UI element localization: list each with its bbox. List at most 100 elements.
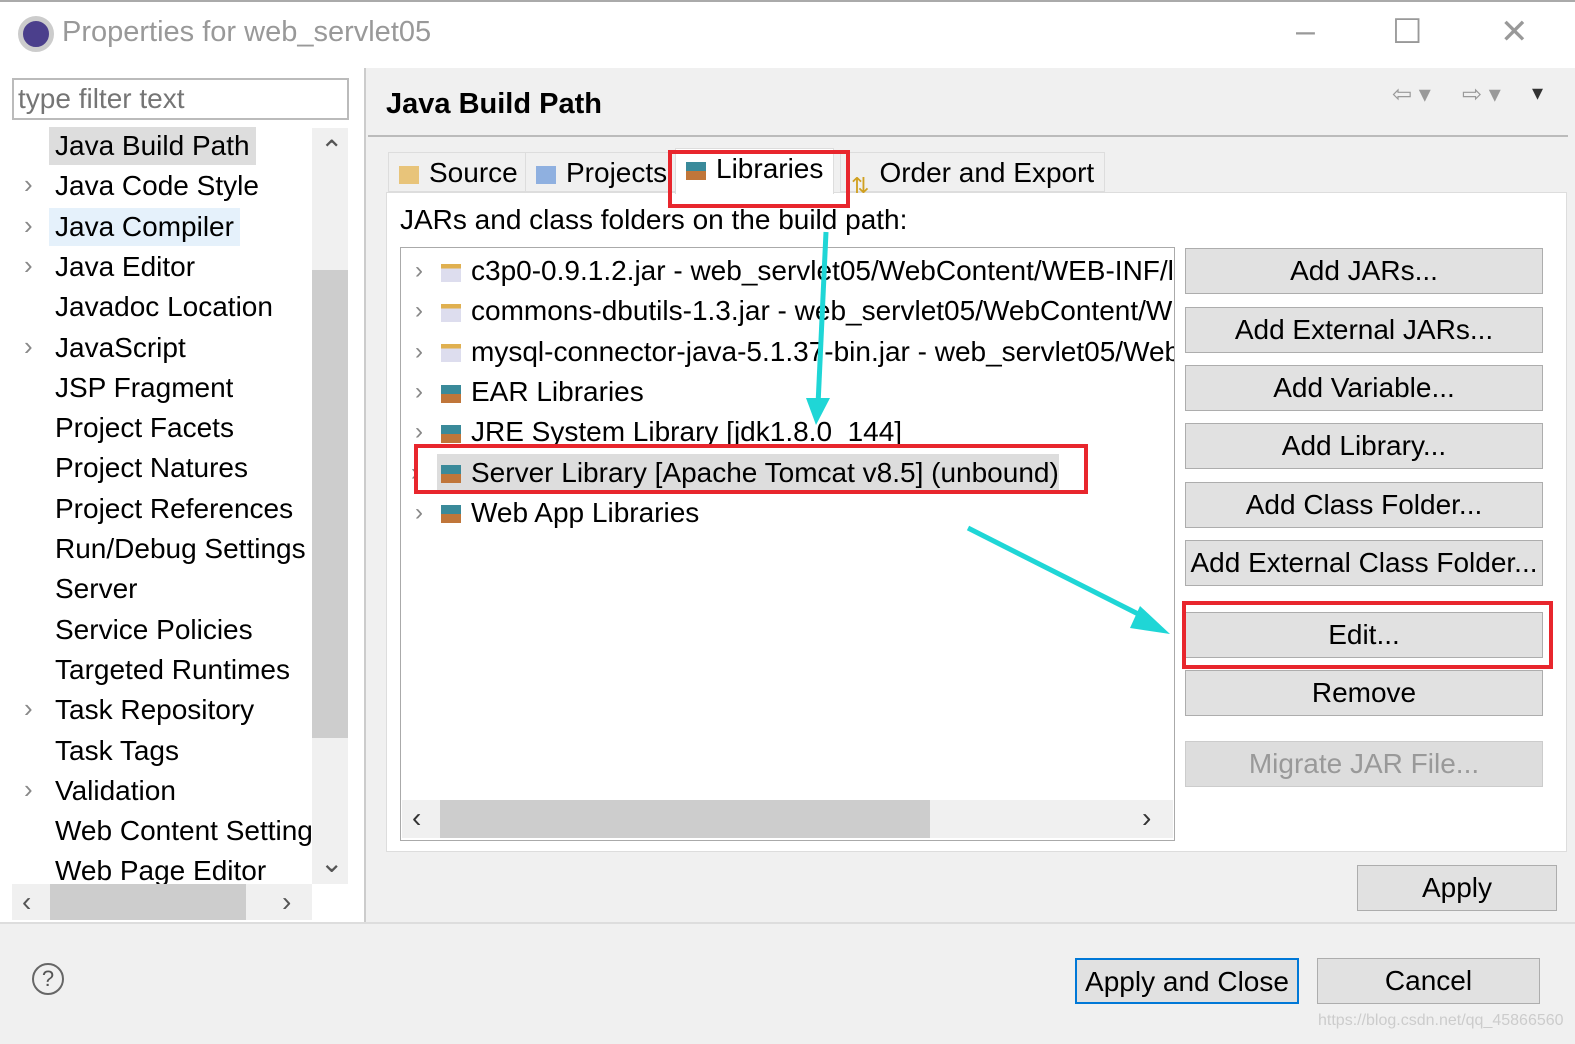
apply-and-close-button[interactable]: Apply and Close bbox=[1075, 958, 1299, 1004]
nav-item[interactable]: JSP Fragment bbox=[55, 369, 233, 407]
nav-item[interactable]: Task Tags bbox=[55, 732, 179, 770]
tab-order-export[interactable]: ⇅ Order and Export bbox=[840, 152, 1106, 198]
expand-chevron-icon[interactable]: › bbox=[415, 252, 423, 290]
tab-label: Source bbox=[429, 157, 518, 188]
expand-chevron-icon[interactable]: › bbox=[415, 373, 423, 411]
expand-chevron-icon[interactable]: › bbox=[24, 210, 33, 241]
tab-label: Order and Export bbox=[879, 157, 1095, 188]
nav-item[interactable]: Project Facets bbox=[55, 409, 234, 447]
tab-libraries[interactable]: Libraries bbox=[675, 148, 835, 194]
library-entry[interactable]: › JRE System Library [jdk1.8.0_144] bbox=[415, 413, 903, 451]
library-icon bbox=[441, 424, 461, 443]
source-folder-icon bbox=[399, 165, 419, 184]
window-title: Properties for web_servlet05 bbox=[62, 16, 432, 48]
nav-item[interactable]: Project References bbox=[55, 490, 293, 528]
scroll-up-icon[interactable]: ⌃ bbox=[320, 134, 343, 167]
library-icon bbox=[441, 384, 461, 403]
nav-item[interactable]: Java Code Style bbox=[55, 167, 259, 205]
expand-chevron-icon[interactable]: › bbox=[24, 774, 33, 805]
nav-item[interactable]: Java Compiler bbox=[49, 207, 240, 246]
library-label: mysql-connector-java-5.1.37-bin.jar - we… bbox=[471, 335, 1175, 367]
library-hscroll-thumb[interactable] bbox=[440, 800, 930, 838]
nav-item[interactable]: Project Natures bbox=[55, 449, 248, 487]
library-tree[interactable]: › c3p0-0.9.1.2.jar - web_servlet05/WebCon… bbox=[400, 247, 1175, 841]
add-external-jars-button[interactable]: Add External JARs... bbox=[1185, 307, 1543, 353]
library-label: Server Library [Apache Tomcat v8.5] (unb… bbox=[471, 456, 1059, 488]
add-external-class-folder-button[interactable]: Add External Class Folder... bbox=[1185, 540, 1543, 586]
jar-icon bbox=[441, 303, 461, 322]
expand-chevron-icon[interactable]: › bbox=[24, 331, 33, 362]
nav-scroll-thumb[interactable] bbox=[312, 270, 348, 738]
project-folder-icon bbox=[536, 165, 556, 184]
library-label: c3p0-0.9.1.2.jar - web_servlet05/WebCont… bbox=[471, 255, 1175, 286]
forward-icon[interactable]: ⇨ ▾ bbox=[1462, 80, 1501, 109]
nav-hscroll-thumb[interactable] bbox=[50, 884, 246, 920]
apply-button[interactable]: Apply bbox=[1357, 865, 1557, 911]
add-library-button[interactable]: Add Library... bbox=[1185, 423, 1543, 469]
jar-icon bbox=[441, 263, 461, 282]
library-label: commons-dbutils-1.3.jar - web_servlet05/… bbox=[471, 295, 1174, 327]
eclipse-app-icon bbox=[18, 16, 54, 52]
nav-item[interactable]: Server bbox=[55, 570, 137, 608]
expand-chevron-icon[interactable]: › bbox=[415, 292, 423, 330]
nav-item[interactable]: JavaScript bbox=[55, 329, 186, 367]
scroll-right-icon[interactable]: › bbox=[282, 886, 291, 918]
add-variable-button[interactable]: Add Variable... bbox=[1185, 365, 1543, 411]
library-entry[interactable]: › c3p0-0.9.1.2.jar - web_servlet05/WebCon… bbox=[415, 252, 1175, 290]
library-icon bbox=[686, 161, 706, 180]
scroll-left-icon[interactable]: ‹ bbox=[412, 802, 421, 834]
nav-item[interactable]: Javadoc Location bbox=[55, 288, 273, 326]
divider bbox=[368, 135, 1568, 137]
nav-item[interactable]: Java Editor bbox=[55, 248, 195, 286]
order-arrows-icon: ⇅ bbox=[851, 172, 870, 198]
expand-chevron-icon[interactable]: › bbox=[24, 693, 33, 724]
menu-icon[interactable]: ▾ bbox=[1532, 80, 1543, 106]
library-entry[interactable]: › EAR Libraries bbox=[415, 373, 644, 411]
scroll-left-icon[interactable]: ‹ bbox=[22, 886, 31, 918]
library-entry[interactable]: › Web App Libraries bbox=[415, 494, 700, 532]
tab-source[interactable]: Source bbox=[388, 152, 529, 192]
nav-item[interactable]: Web Content Settings bbox=[55, 812, 313, 850]
expand-chevron-icon[interactable]: › bbox=[411, 454, 419, 492]
cancel-button[interactable]: Cancel bbox=[1317, 958, 1540, 1004]
library-entry[interactable]: › Server Library [Apache Tomcat v8.5] (un… bbox=[411, 453, 1059, 492]
nav-item[interactable]: Validation bbox=[55, 772, 176, 810]
nav-item[interactable]: Targeted Runtimes bbox=[55, 651, 290, 689]
nav-item[interactable]: Task Repository bbox=[55, 691, 254, 729]
expand-chevron-icon[interactable]: › bbox=[24, 250, 33, 281]
expand-chevron-icon[interactable]: › bbox=[24, 169, 33, 200]
tab-label: Libraries bbox=[716, 153, 824, 184]
library-entry[interactable]: › mysql-connector-java-5.1.37-bin.jar - w… bbox=[415, 333, 1175, 371]
filter-input[interactable] bbox=[12, 78, 349, 120]
maximize-button[interactable]: ☐ bbox=[1392, 12, 1422, 52]
library-label: Web App Libraries bbox=[471, 496, 700, 528]
minimize-button[interactable]: – bbox=[1296, 12, 1315, 51]
add-class-folder-button[interactable]: Add Class Folder... bbox=[1185, 482, 1543, 528]
remove-button[interactable]: Remove bbox=[1185, 670, 1543, 716]
tab-projects[interactable]: Projects bbox=[525, 152, 679, 192]
library-label: EAR Libraries bbox=[471, 375, 644, 407]
scroll-down-icon[interactable]: ⌄ bbox=[320, 846, 343, 879]
tab-label: Projects bbox=[566, 157, 668, 188]
library-entry[interactable]: › commons-dbutils-1.3.jar - web_servlet05… bbox=[415, 292, 1174, 330]
edit-button[interactable]: Edit... bbox=[1185, 612, 1543, 658]
expand-chevron-icon[interactable]: › bbox=[415, 494, 423, 532]
nav-item[interactable]: Java Build Path bbox=[49, 127, 256, 165]
close-button[interactable]: ✕ bbox=[1500, 12, 1529, 52]
build-path-caption: JARs and class folders on the build path… bbox=[400, 204, 908, 235]
help-icon[interactable]: ? bbox=[32, 963, 64, 995]
nav-item[interactable]: Service Policies bbox=[55, 611, 253, 649]
scroll-right-icon[interactable]: › bbox=[1142, 802, 1151, 834]
nav-item[interactable]: Run/Debug Settings bbox=[55, 530, 306, 568]
library-icon bbox=[441, 505, 461, 524]
jar-icon bbox=[441, 344, 461, 363]
add-jars-button[interactable]: Add JARs... bbox=[1185, 248, 1543, 294]
back-icon[interactable]: ⇦ ▾ bbox=[1392, 80, 1431, 109]
expand-chevron-icon[interactable]: › bbox=[415, 413, 423, 451]
expand-chevron-icon[interactable]: › bbox=[415, 333, 423, 371]
library-label: JRE System Library [jdk1.8.0_144] bbox=[471, 416, 903, 448]
watermark: https://blog.csdn.net/qq_45866560 bbox=[1318, 1012, 1564, 1029]
migrate-jar-button: Migrate JAR File... bbox=[1185, 741, 1543, 787]
library-icon bbox=[441, 465, 461, 484]
page-title: Java Build Path bbox=[386, 88, 602, 120]
